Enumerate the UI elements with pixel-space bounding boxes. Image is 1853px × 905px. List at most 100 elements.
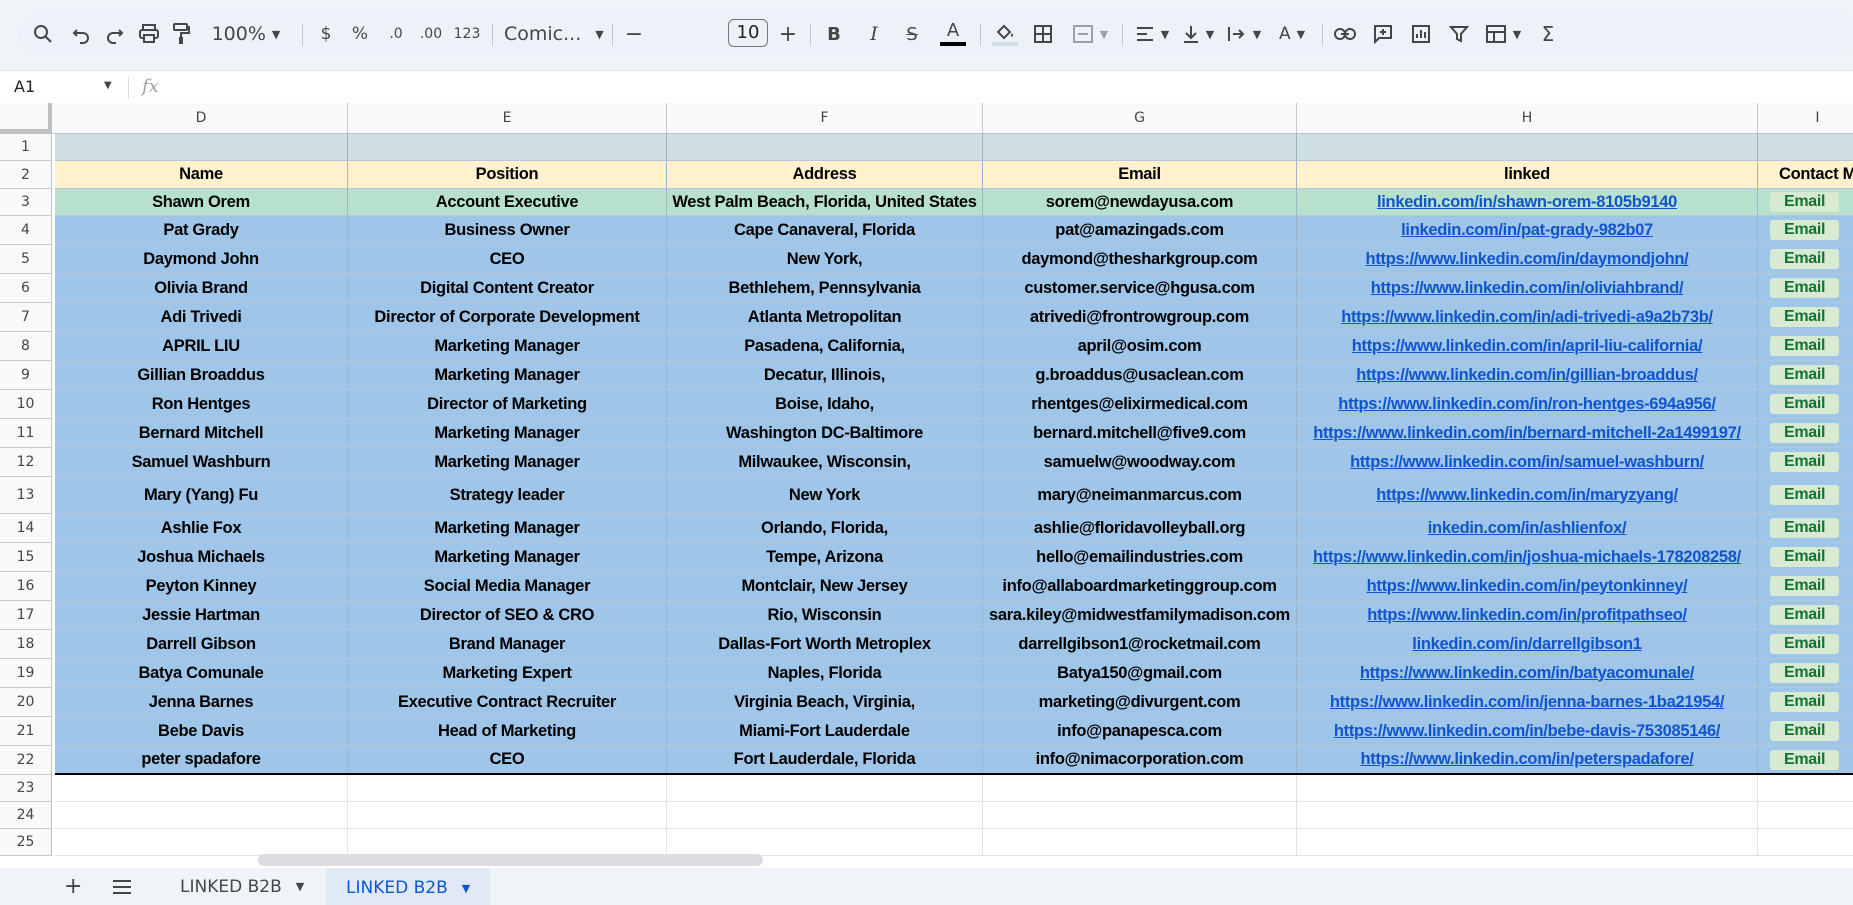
header-cell[interactable]: Position <box>348 161 667 188</box>
position-cell[interactable]: Marketing Expert <box>348 659 667 687</box>
cell[interactable] <box>55 802 348 828</box>
position-cell[interactable]: Strategy leader <box>348 477 667 513</box>
text-wrap-icon[interactable]: ▼ <box>1222 10 1266 58</box>
position-cell[interactable]: Head of Marketing <box>348 717 667 745</box>
column-header-2[interactable]: F <box>667 103 983 133</box>
cell[interactable] <box>1758 802 1853 828</box>
email-chip[interactable]: Email <box>1770 547 1840 567</box>
column-header-4[interactable]: H <box>1297 103 1758 133</box>
row-header-2[interactable]: 3 <box>0 189 52 216</box>
linkedin-link[interactable]: https://www.linkedin.com/in/ron-hentges-… <box>1297 390 1758 418</box>
position-cell[interactable]: Social Media Manager <box>348 572 667 600</box>
row-header-17[interactable]: 18 <box>0 630 52 659</box>
email-cell[interactable]: customer.service@hgusa.com <box>983 274 1297 302</box>
chevron-down-icon[interactable]: ▼ <box>296 880 304 893</box>
contact-method-cell[interactable]: Email <box>1758 543 1853 571</box>
column-header-3[interactable]: G <box>983 103 1297 133</box>
row-header-13[interactable]: 14 <box>0 514 52 543</box>
address-cell[interactable]: Milwaukee, Wisconsin, <box>667 448 983 476</box>
cell[interactable] <box>55 775 348 801</box>
cell[interactable] <box>1758 829 1853 855</box>
contact-method-cell[interactable]: Email <box>1758 477 1853 513</box>
linkedin-link[interactable]: https://www.linkedin.com/in/peytonkinney… <box>1297 572 1758 600</box>
linkedin-link[interactable]: https://www.linkedin.com/in/daymondjohn/ <box>1297 245 1758 273</box>
font-size-input[interactable]: 10 <box>728 19 768 47</box>
email-chip[interactable]: Email <box>1770 663 1840 683</box>
select-all-corner[interactable] <box>0 103 52 133</box>
position-cell[interactable]: Digital Content Creator <box>348 274 667 302</box>
name-cell[interactable]: Daymond John <box>55 245 348 273</box>
position-cell[interactable]: Business Owner <box>348 216 667 244</box>
email-cell[interactable]: darrellgibson1@rocketmail.com <box>983 630 1297 658</box>
name-cell[interactable]: Olivia Brand <box>55 274 348 302</box>
email-chip[interactable]: Email <box>1770 605 1840 625</box>
email-cell[interactable]: april@osim.com <box>983 332 1297 360</box>
all-sheets-menu-icon[interactable] <box>112 868 132 905</box>
cell[interactable] <box>667 775 983 801</box>
contact-method-cell[interactable]: Email <box>1758 688 1853 716</box>
header-cell[interactable]: linked <box>1297 161 1758 188</box>
address-cell[interactable]: Miami-Fort Lauderdale <box>667 717 983 745</box>
email-chip[interactable]: Email <box>1770 749 1840 770</box>
name-cell[interactable]: Ashlie Fox <box>55 514 348 542</box>
email-chip[interactable]: Email <box>1770 423 1840 443</box>
email-cell[interactable]: info@nimacorporation.com <box>983 746 1297 773</box>
contact-method-cell[interactable]: Email <box>1758 572 1853 600</box>
position-cell[interactable]: Account Executive <box>348 189 667 215</box>
name-cell[interactable]: APRIL LIU <box>55 332 348 360</box>
cell[interactable] <box>1297 802 1758 828</box>
position-cell[interactable]: Marketing Manager <box>348 361 667 389</box>
address-cell[interactable]: West Palm Beach, Florida, United States <box>667 189 983 215</box>
position-cell[interactable]: Director of SEO & CRO <box>348 601 667 629</box>
name-cell[interactable]: Shawn Orem <box>55 189 348 215</box>
linkedin-link[interactable]: linkedin.com/in/darrellgibson1 <box>1297 630 1758 658</box>
name-cell[interactable]: Adi Trivedi <box>55 303 348 331</box>
address-cell[interactable]: Orlando, Florida, <box>667 514 983 542</box>
email-cell[interactable]: sara.kiley@midwestfamilymadison.com <box>983 601 1297 629</box>
bold-icon[interactable]: B <box>822 10 846 58</box>
name-cell[interactable]: Jessie Hartman <box>55 601 348 629</box>
contact-method-cell[interactable]: Email <box>1758 189 1853 215</box>
strikethrough-icon[interactable]: S <box>900 10 924 58</box>
vertical-align-icon[interactable]: ▼ <box>1176 10 1220 58</box>
position-cell[interactable]: CEO <box>348 746 667 773</box>
row-header-20[interactable]: 21 <box>0 717 52 746</box>
contact-method-cell[interactable]: Email <box>1758 419 1853 447</box>
name-cell[interactable]: Samuel Washburn <box>55 448 348 476</box>
email-chip[interactable]: Email <box>1770 249 1840 269</box>
row-header-0[interactable]: 1 <box>0 134 52 161</box>
name-cell[interactable]: Gillian Broaddus <box>55 361 348 389</box>
row-header-23[interactable]: 24 <box>0 802 52 829</box>
plus-icon[interactable]: + <box>776 10 800 58</box>
linkedin-link[interactable]: https://www.linkedin.com/in/maryzyang/ <box>1297 477 1758 513</box>
percent-button[interactable]: % <box>348 10 372 58</box>
row-header-12[interactable]: 13 <box>0 477 52 514</box>
decrease-decimal-button[interactable]: .0 <box>382 10 410 58</box>
cell[interactable] <box>348 134 667 160</box>
position-cell[interactable]: Director of Corporate Development <box>348 303 667 331</box>
add-sheet-icon[interactable]: + <box>64 868 82 905</box>
row-header-19[interactable]: 20 <box>0 688 52 717</box>
text-rotation-icon[interactable]: A ▼ <box>1270 10 1314 58</box>
row-header-24[interactable]: 25 <box>0 829 52 856</box>
row-header-11[interactable]: 12 <box>0 448 52 477</box>
cell[interactable] <box>983 829 1297 855</box>
address-cell[interactable]: Tempe, Arizona <box>667 543 983 571</box>
table-view-icon[interactable]: ▼ <box>1480 10 1526 58</box>
cell[interactable] <box>348 775 667 801</box>
formula-input[interactable] <box>180 77 1780 99</box>
name-cell[interactable]: Darrell Gibson <box>55 630 348 658</box>
address-cell[interactable]: Naples, Florida <box>667 659 983 687</box>
address-cell[interactable]: Cape Canaveral, Florida <box>667 216 983 244</box>
row-header-14[interactable]: 15 <box>0 543 52 572</box>
email-cell[interactable]: ashlie@floridavolleyball.org <box>983 514 1297 542</box>
email-chip[interactable]: Email <box>1770 365 1840 385</box>
email-cell[interactable]: sorem@newdayusa.com <box>983 189 1297 215</box>
minus-icon[interactable]: − <box>622 10 646 58</box>
header-cell[interactable]: Email <box>983 161 1297 188</box>
cell[interactable] <box>983 134 1297 160</box>
link-icon[interactable] <box>1332 10 1358 58</box>
email-chip[interactable]: Email <box>1770 220 1840 240</box>
email-chip[interactable]: Email <box>1770 485 1840 505</box>
row-header-10[interactable]: 11 <box>0 419 52 448</box>
